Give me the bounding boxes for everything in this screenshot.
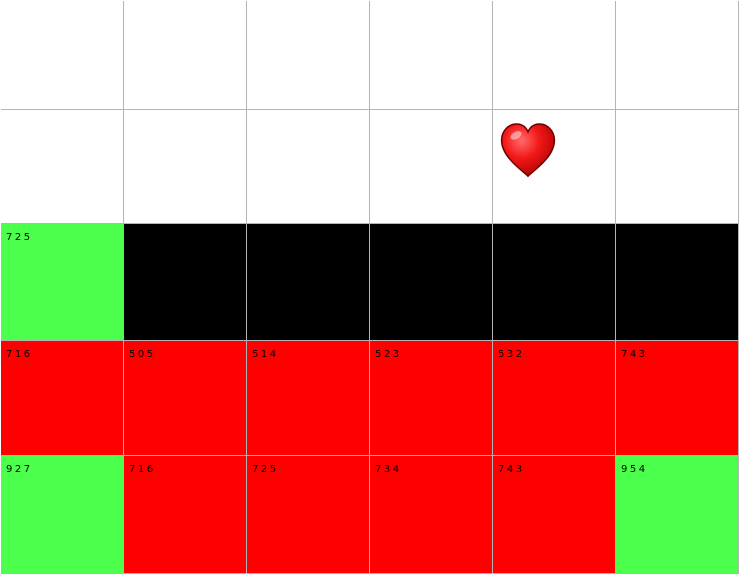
cell-number: 954 (621, 464, 648, 475)
board-cell-r0-c3[interactable] (370, 1, 492, 109)
cell-number: 927 (6, 464, 33, 475)
board-cell-r0-c2[interactable] (247, 1, 369, 109)
board-cell-r3-c3[interactable]: 523 (370, 341, 492, 455)
board-cell-r4-c5[interactable]: 954 (616, 456, 738, 573)
heart-icon (500, 123, 556, 178)
board-cell-r1-c2[interactable] (247, 110, 369, 223)
cell-number: 725 (252, 464, 279, 475)
cell-number: 734 (375, 464, 402, 475)
board-cell-r2-c3[interactable] (370, 224, 492, 340)
board-cell-r1-c1[interactable] (124, 110, 246, 223)
cell-number: 716 (129, 464, 156, 475)
board-cell-r2-c2[interactable] (247, 224, 369, 340)
board-cell-r1-c0[interactable] (1, 110, 123, 223)
board-cell-r3-c2[interactable]: 514 (247, 341, 369, 455)
board-cell-r2-c4[interactable] (493, 224, 615, 340)
board-cell-r4-c2[interactable]: 725 (247, 456, 369, 573)
cell-number: 532 (498, 349, 525, 360)
cell-number: 505 (129, 349, 156, 360)
cell-number: 725 (6, 232, 33, 243)
board-cell-r1-c4[interactable] (493, 110, 615, 223)
cell-number: 716 (6, 349, 33, 360)
board-cell-r4-c3[interactable]: 734 (370, 456, 492, 573)
board-cell-r4-c4[interactable]: 743 (493, 456, 615, 573)
board-cell-r0-c4[interactable] (493, 1, 615, 109)
cell-number: 743 (498, 464, 525, 475)
board-cell-r1-c5[interactable] (616, 110, 738, 223)
board-cell-r2-c5[interactable] (616, 224, 738, 340)
board-cell-r1-c3[interactable] (370, 110, 492, 223)
board-cell-r4-c1[interactable]: 716 (124, 456, 246, 573)
cell-number: 743 (621, 349, 648, 360)
cell-number: 523 (375, 349, 402, 360)
board-cell-r0-c5[interactable] (616, 1, 738, 109)
game-board: 725 716 505 514 523 532 743 927 716 725 … (1, 1, 739, 574)
board-cell-r0-c1[interactable] (124, 1, 246, 109)
board-cell-r0-c0[interactable] (1, 1, 123, 109)
cell-number: 514 (252, 349, 279, 360)
board-cell-r3-c1[interactable]: 505 (124, 341, 246, 455)
board-cell-r3-c0[interactable]: 716 (1, 341, 123, 455)
board-cell-r2-c1[interactable] (124, 224, 246, 340)
board-cell-r4-c0[interactable]: 927 (1, 456, 123, 573)
board-cell-r3-c5[interactable]: 743 (616, 341, 738, 455)
board-cell-r2-c0[interactable]: 725 (1, 224, 123, 340)
board-cell-r3-c4[interactable]: 532 (493, 341, 615, 455)
